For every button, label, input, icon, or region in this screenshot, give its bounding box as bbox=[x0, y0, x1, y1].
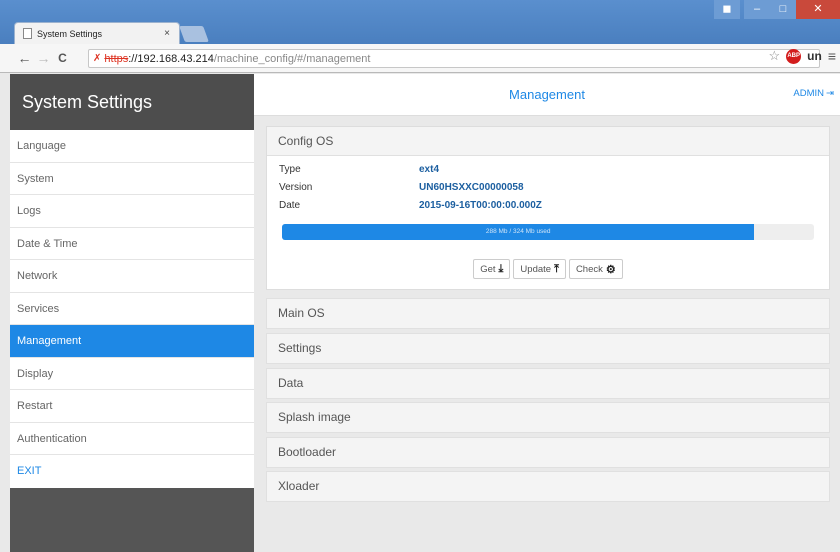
version-row: Version UN60HSXXC00000058 bbox=[279, 182, 524, 193]
bootloader-panel[interactable]: Bootloader bbox=[266, 437, 830, 468]
url-host: ://192.168.43.214 bbox=[128, 52, 214, 65]
sidebar-item-logs[interactable]: Logs bbox=[10, 195, 254, 228]
xloader-header: Xloader bbox=[278, 479, 320, 493]
tab-close-icon[interactable]: × bbox=[164, 28, 170, 39]
new-tab-button[interactable] bbox=[179, 26, 209, 42]
reload-icon[interactable]: C bbox=[53, 51, 72, 65]
insecure-lock-icon: ✗ bbox=[93, 53, 102, 64]
sidebar-item-system[interactable]: System bbox=[10, 163, 254, 195]
type-label: Type bbox=[279, 164, 301, 175]
minimize-icon[interactable]: – bbox=[744, 0, 770, 19]
sidebar-title: System Settings bbox=[10, 74, 254, 130]
browser-tab[interactable]: System Settings × bbox=[14, 22, 180, 44]
main-os-header: Main OS bbox=[278, 306, 325, 320]
sidebar-item-restart[interactable]: Restart bbox=[10, 390, 254, 423]
sidebar-item-services[interactable]: Services bbox=[10, 293, 254, 325]
tab-title: System Settings bbox=[37, 28, 103, 39]
date-row: Date 2015-09-16T00:00:00.000Z bbox=[279, 200, 542, 211]
version-value: UN60HSXXC00000058 bbox=[419, 182, 524, 193]
config-os-panel: Config OS Type ext4 Version UN60HSXXC000… bbox=[266, 126, 830, 290]
admin-logout[interactable]: ADMIN ⇥ bbox=[793, 88, 834, 99]
url-path: /machine_config/#/management bbox=[213, 52, 371, 65]
sidebar-item-language[interactable]: Language bbox=[10, 130, 254, 163]
sidebar-item-management[interactable]: Management bbox=[10, 325, 254, 358]
xloader-panel[interactable]: Xloader bbox=[266, 471, 830, 502]
url-scheme: https bbox=[104, 52, 129, 65]
splash-image-header: Splash image bbox=[278, 410, 351, 424]
window-controls: ◼ – □ ✕ bbox=[714, 0, 840, 19]
sidebar: System Settings Language System Logs Dat… bbox=[10, 74, 254, 552]
sidebar-list: Language System Logs Date & Time Network… bbox=[10, 130, 254, 488]
date-value: 2015-09-16T00:00:00.000Z bbox=[419, 200, 542, 211]
bookmark-star-icon[interactable]: ☆ bbox=[769, 48, 781, 64]
storage-progress-fill: 288 Mb / 324 Mb used bbox=[282, 224, 755, 240]
settings-header: Settings bbox=[278, 341, 322, 355]
sidebar-item-exit[interactable]: EXIT bbox=[10, 455, 254, 488]
check-button[interactable]: Check ⚙ bbox=[568, 259, 623, 279]
menu-icon[interactable]: ≡ bbox=[828, 48, 836, 64]
check-button-label: Check bbox=[575, 263, 603, 275]
storage-progress-bar: 288 Mb / 324 Mb used bbox=[282, 224, 814, 240]
address-bar[interactable]: ✗ https ://192.168.43.214 /machine_confi… bbox=[88, 49, 820, 68]
back-icon[interactable]: ← bbox=[15, 50, 34, 66]
splash-image-panel[interactable]: Splash image bbox=[266, 402, 830, 433]
browser-titlebar: System Settings × ◼ – □ ✕ bbox=[0, 0, 840, 44]
get-button-label: Get bbox=[480, 263, 496, 275]
sidebar-item-date-time[interactable]: Date & Time bbox=[10, 228, 254, 260]
admin-label: ADMIN bbox=[793, 88, 825, 99]
logout-icon: ⇥ bbox=[826, 88, 834, 99]
config-os-actions: Get ⤓ Update ⤒ Check ⚙ bbox=[267, 259, 829, 279]
config-os-header[interactable]: Config OS bbox=[267, 127, 829, 156]
browser-toolbar: ← → C ✗ https ://192.168.43.214 /machine… bbox=[0, 44, 840, 73]
update-button[interactable]: Update ⤒ bbox=[513, 259, 566, 279]
page-title: Management bbox=[509, 87, 585, 102]
close-window-icon[interactable]: ✕ bbox=[796, 0, 840, 19]
forward-icon[interactable]: → bbox=[34, 50, 53, 66]
adblock-icon[interactable]: ABP bbox=[786, 48, 802, 64]
main-os-panel[interactable]: Main OS bbox=[266, 298, 830, 329]
user-icon[interactable]: ◼ bbox=[714, 0, 740, 19]
version-label: Version bbox=[279, 182, 313, 193]
download-icon: ⤓ bbox=[498, 262, 504, 275]
main-header: Management ADMIN ⇥ bbox=[254, 74, 840, 116]
date-label: Date bbox=[279, 200, 301, 211]
sidebar-item-authentication[interactable]: Authentication bbox=[10, 423, 254, 455]
maximize-icon[interactable]: □ bbox=[770, 0, 796, 19]
main-content: Management ADMIN ⇥ Config OS Type ext4 V… bbox=[254, 74, 840, 552]
extension-icon[interactable]: un bbox=[807, 49, 822, 63]
type-row: Type ext4 bbox=[279, 164, 439, 175]
upload-icon: ⤒ bbox=[554, 262, 559, 275]
toolbar-right: ☆ ABP un ≡ bbox=[769, 48, 837, 64]
page-icon bbox=[23, 28, 32, 39]
get-button[interactable]: Get ⤓ bbox=[473, 259, 511, 279]
bootloader-header: Bootloader bbox=[278, 445, 337, 459]
sidebar-item-display[interactable]: Display bbox=[10, 358, 254, 390]
update-button-label: Update bbox=[520, 263, 552, 275]
type-value: ext4 bbox=[419, 164, 440, 175]
settings-panel[interactable]: Settings bbox=[266, 333, 830, 364]
data-panel[interactable]: Data bbox=[266, 368, 830, 399]
data-header: Data bbox=[278, 376, 304, 390]
gear-icon: ⚙ bbox=[605, 263, 616, 276]
sidebar-item-network[interactable]: Network bbox=[10, 260, 254, 293]
